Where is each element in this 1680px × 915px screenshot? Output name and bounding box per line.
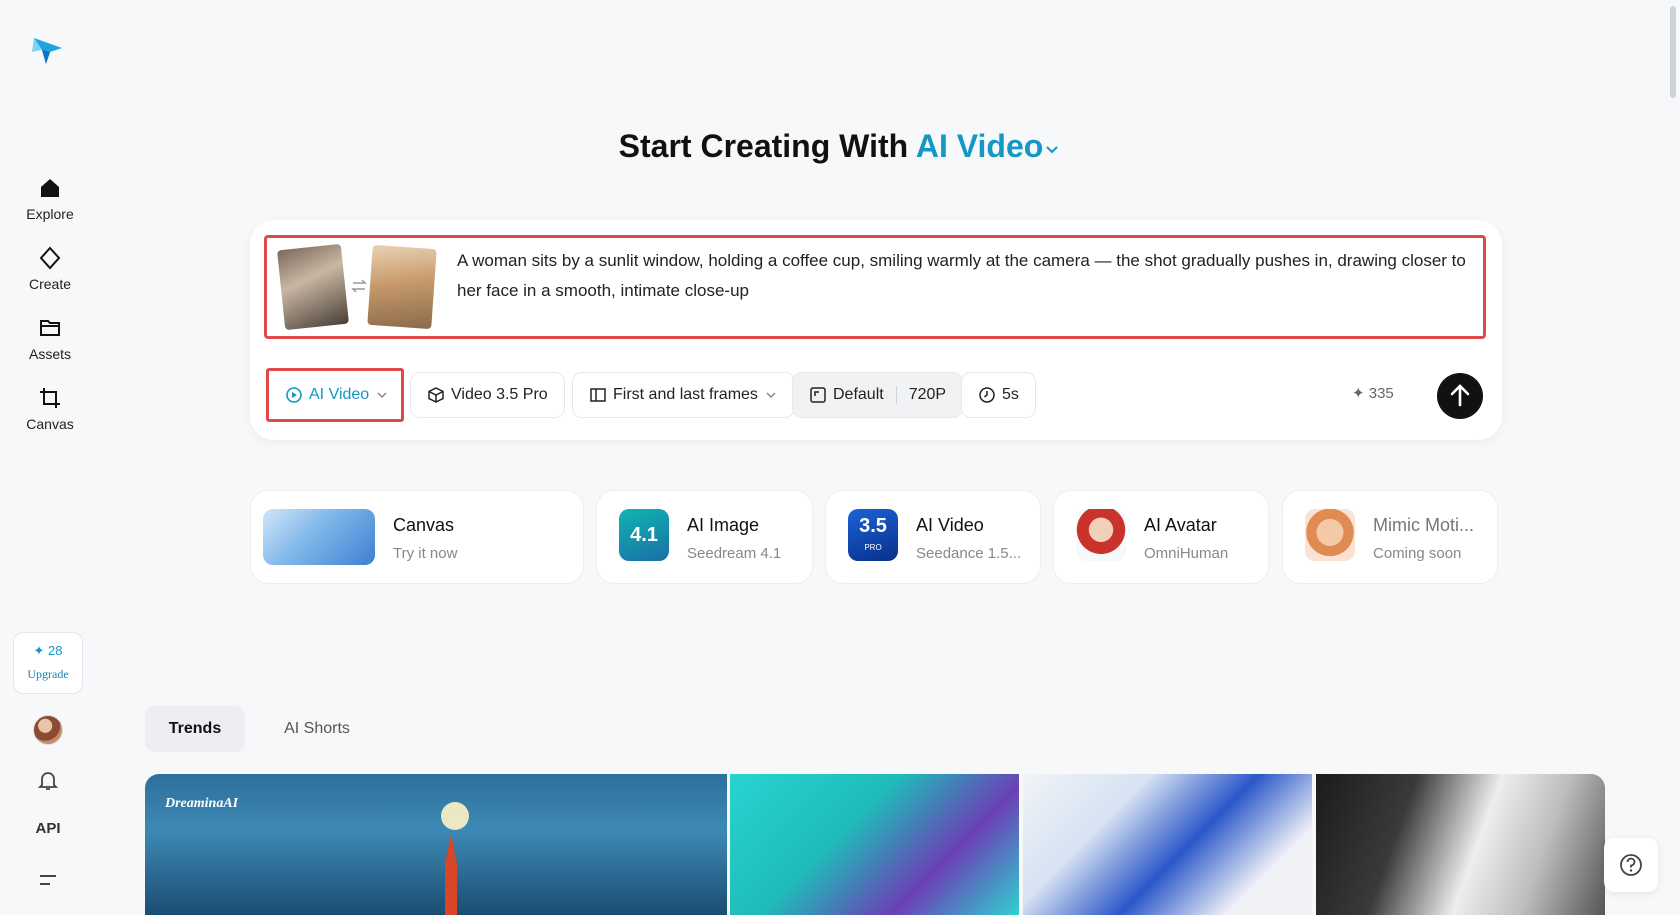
- video-icon: [286, 387, 302, 403]
- mode-dropdown-label: AI Video: [309, 386, 370, 403]
- mode-selector-label: AI Video: [915, 128, 1044, 164]
- upgrade-button[interactable]: ✦ 28 Upgrade: [13, 632, 83, 694]
- feature-subtitle: Coming soon: [1373, 545, 1462, 562]
- cube-icon: [428, 387, 444, 403]
- avatar[interactable]: [33, 715, 63, 745]
- model-dropdown-label: Video 3.5 Pro: [451, 386, 548, 403]
- sidebar-item-canvas[interactable]: Canvas: [0, 386, 100, 432]
- tab-ai-shorts[interactable]: AI Shorts: [262, 706, 372, 752]
- diamond-icon: [39, 246, 61, 270]
- question-icon: [1620, 854, 1642, 876]
- feature-card-ai-image[interactable]: 4.1 AI Image Seedream 4.1: [596, 490, 813, 584]
- mode-dropdown[interactable]: AI Video: [266, 368, 404, 422]
- page-title-prefix: Start Creating With: [618, 128, 909, 164]
- feature-subtitle: Seedream 4.1: [687, 545, 782, 562]
- gallery-item[interactable]: [1023, 774, 1312, 915]
- home-icon: [41, 179, 59, 197]
- feature-subtitle: OmniHuman: [1144, 545, 1229, 562]
- chevron-down-icon: [377, 392, 387, 399]
- canvas-thumbnail: [263, 509, 375, 565]
- help-button[interactable]: [1604, 838, 1658, 892]
- gallery-item[interactable]: [730, 774, 1019, 915]
- menu-icon[interactable]: [36, 868, 60, 892]
- first-frame-thumbnail[interactable]: [276, 243, 350, 331]
- gallery-item[interactable]: DreaminaAI: [145, 774, 727, 915]
- page-title: Start Creating With AI Video: [0, 128, 1680, 165]
- swap-icon[interactable]: [351, 278, 367, 294]
- folder-icon: [40, 320, 60, 336]
- sidebar-item-create[interactable]: Create: [0, 246, 100, 292]
- divider: [895, 386, 897, 404]
- gallery-item[interactable]: [1316, 774, 1605, 915]
- feature-title: AI Avatar: [1144, 515, 1217, 535]
- ratio-label: Default: [833, 386, 884, 403]
- feature-title: Mimic Moti...: [1373, 515, 1474, 535]
- sidebar-item-label: Canvas: [26, 416, 74, 432]
- duration-label: 5s: [1002, 386, 1019, 403]
- sidebar-item-label: Create: [28, 276, 72, 292]
- upgrade-label: Upgrade: [27, 667, 69, 681]
- sidebar-item-label: Explore: [26, 206, 74, 222]
- credit-cost-value: 335: [1368, 385, 1394, 402]
- mode-selector[interactable]: AI Video: [916, 128, 1061, 164]
- feature-card-ai-video[interactable]: 3.5 PRO AI Video Seedance 1.5...: [825, 490, 1041, 584]
- feature-title: Canvas: [393, 515, 455, 535]
- ratio-resolution-button[interactable]: Default 720P: [792, 372, 964, 418]
- gallery-figure: [441, 802, 469, 915]
- prompt-card: A woman sits by a sunlit window, holding…: [250, 220, 1502, 440]
- aspect-ratio-icon: [810, 387, 826, 403]
- crop-icon: [40, 388, 60, 408]
- generate-button[interactable]: [1437, 373, 1483, 419]
- ai-avatar-thumbnail: [1076, 509, 1126, 561]
- api-link[interactable]: API: [30, 820, 66, 837]
- sidebar-item-assets[interactable]: Assets: [0, 316, 100, 362]
- sidebar-item-explore[interactable]: Explore: [0, 176, 100, 222]
- feature-subtitle: Try it now: [393, 545, 458, 562]
- sidebar-item-label: Assets: [28, 346, 71, 362]
- last-frame-thumbnail[interactable]: [367, 244, 437, 330]
- ai-video-badge-version: 3.5: [859, 515, 887, 537]
- scrollbar[interactable]: [1670, 6, 1676, 98]
- ai-video-badge: 3.5 PRO: [848, 509, 898, 561]
- frames-dropdown[interactable]: First and last frames: [572, 372, 795, 418]
- chevron-down-icon: [766, 392, 776, 399]
- resolution-label: 720P: [908, 386, 947, 403]
- bell-icon[interactable]: [36, 768, 60, 792]
- ai-video-badge-tier: PRO: [864, 543, 882, 552]
- dreamina-logo-icon[interactable]: [30, 32, 66, 68]
- ai-image-badge: 4.1: [619, 509, 669, 561]
- feature-card-mimic-motion[interactable]: Mimic Moti... Coming soon: [1282, 490, 1498, 584]
- feature-card-canvas[interactable]: Canvas Try it now: [250, 490, 584, 584]
- chevron-down-icon: [1046, 145, 1059, 153]
- duration-button[interactable]: 5s: [961, 372, 1036, 418]
- frames-dropdown-label: First and last frames: [613, 386, 758, 403]
- arrow-up-icon: [1450, 384, 1470, 407]
- feature-title: AI Video: [916, 515, 984, 535]
- feature-subtitle: Seedance 1.5...: [916, 545, 1022, 562]
- feature-title: AI Image: [687, 515, 760, 535]
- prompt-input[interactable]: A woman sits by a sunlit window, holding…: [264, 235, 1486, 339]
- prompt-text[interactable]: A woman sits by a sunlit window, holding…: [457, 246, 1467, 306]
- tab-trends[interactable]: Trends: [145, 706, 245, 752]
- credit-cost: ✦ 335: [1352, 385, 1394, 402]
- frames-icon: [590, 388, 606, 402]
- gallery-watermark: DreaminaAI: [165, 796, 239, 811]
- model-dropdown[interactable]: Video 3.5 Pro: [410, 372, 565, 418]
- credits-count: ✦ 28: [33, 643, 63, 658]
- feature-card-ai-avatar[interactable]: AI Avatar OmniHuman: [1053, 490, 1269, 584]
- clock-icon: [979, 387, 995, 403]
- mimic-motion-thumbnail: [1305, 509, 1355, 561]
